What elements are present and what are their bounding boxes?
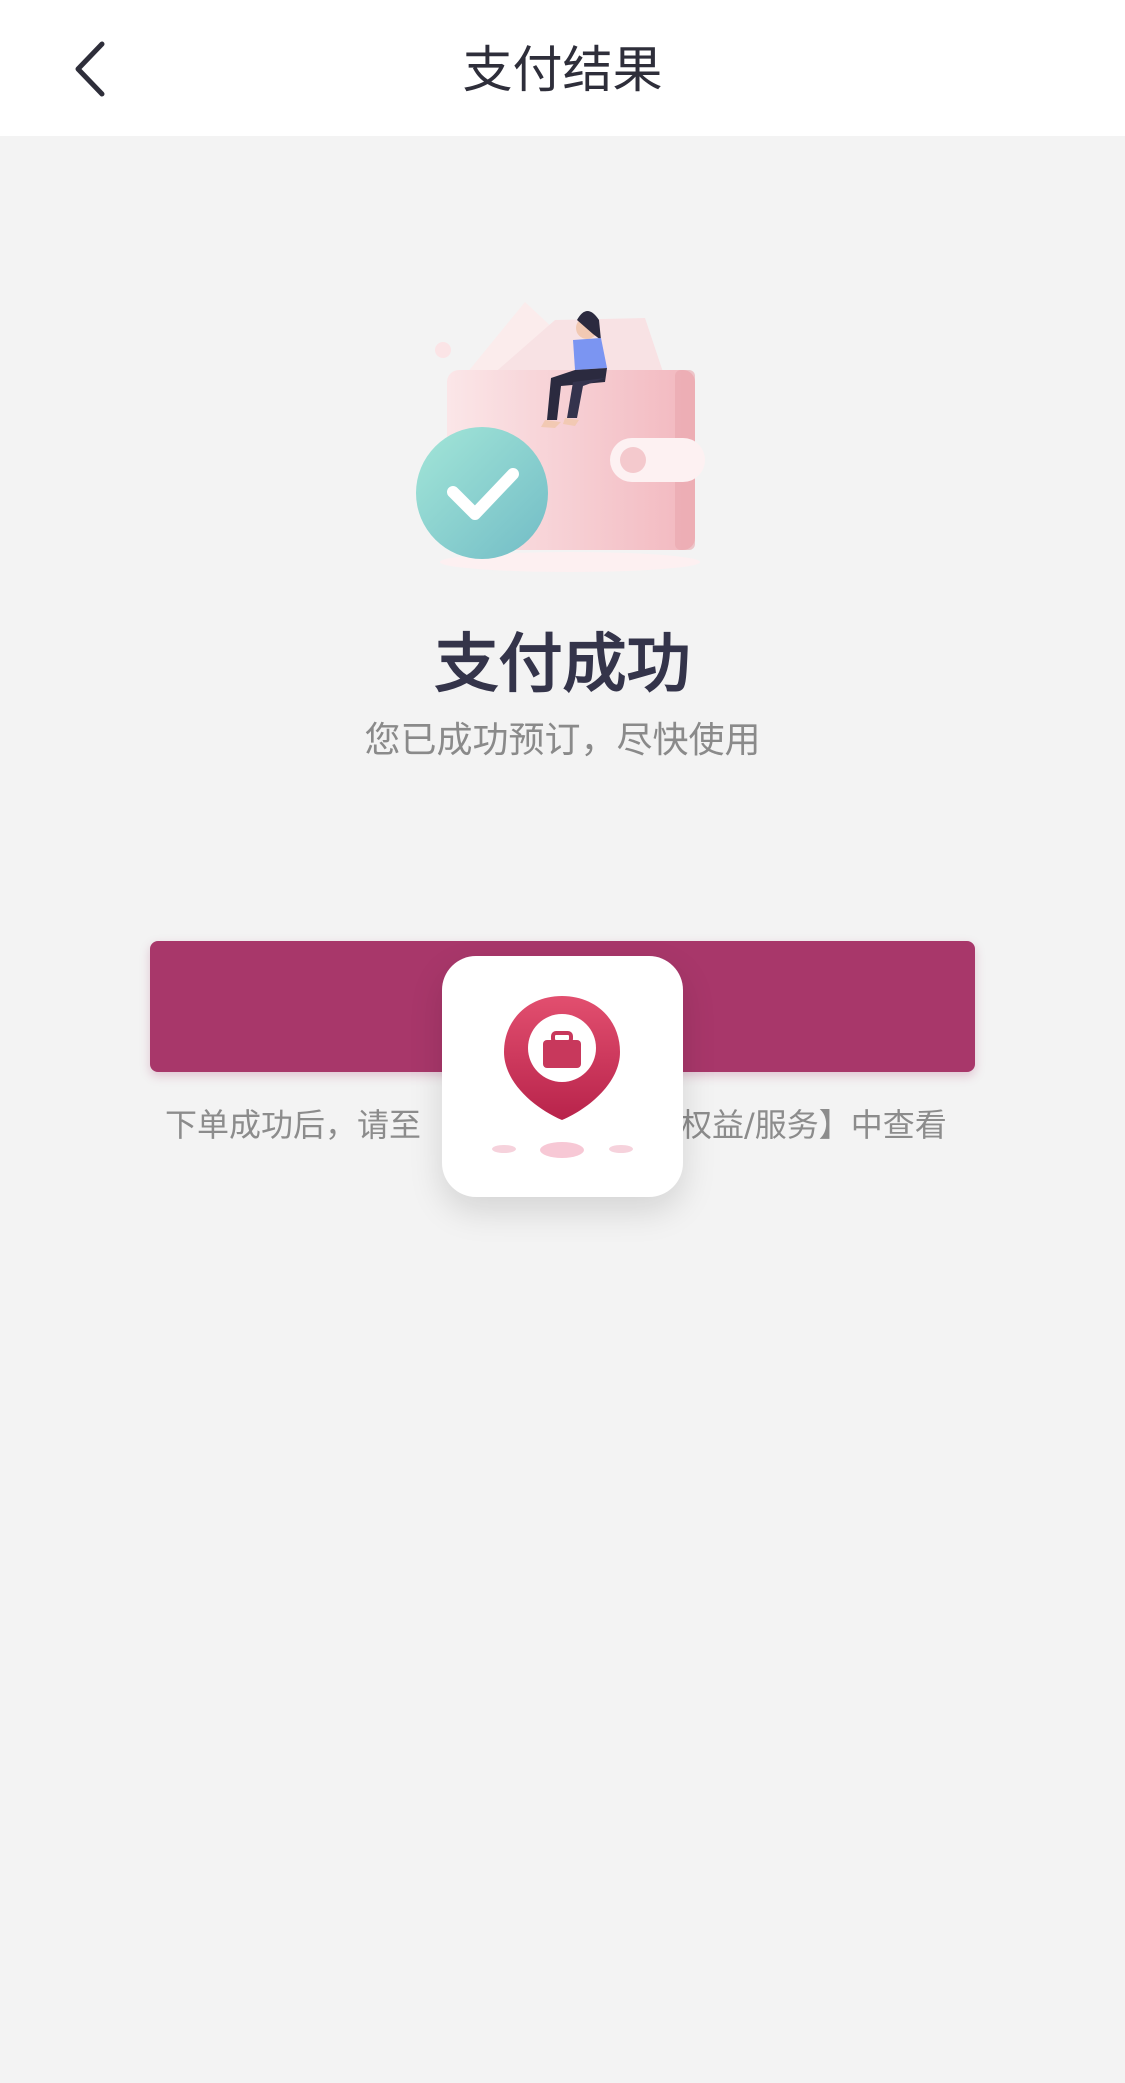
success-subtitle: 您已成功预订，尽快使用 bbox=[364, 720, 761, 761]
success-title: 支付成功 bbox=[434, 628, 691, 702]
check-circle-icon bbox=[416, 427, 548, 559]
page-title: 支付结果 bbox=[462, 41, 663, 99]
top-nav-bar: 支付结果 bbox=[0, 0, 1125, 136]
hint-text-right: 权益/服务】中查看 bbox=[680, 1106, 947, 1144]
payment-result-page: 支付结果 支付成功 您已成功预订，尽快使用 下单成功后，请至 权益/服务】中查看 bbox=[0, 0, 1125, 2083]
location-briefcase-icon bbox=[492, 996, 633, 1158]
wallet-success-illustration bbox=[405, 290, 725, 580]
hint-text-left: 下单成功后，请至 bbox=[165, 1106, 422, 1144]
floating-app-card[interactable] bbox=[442, 956, 683, 1197]
